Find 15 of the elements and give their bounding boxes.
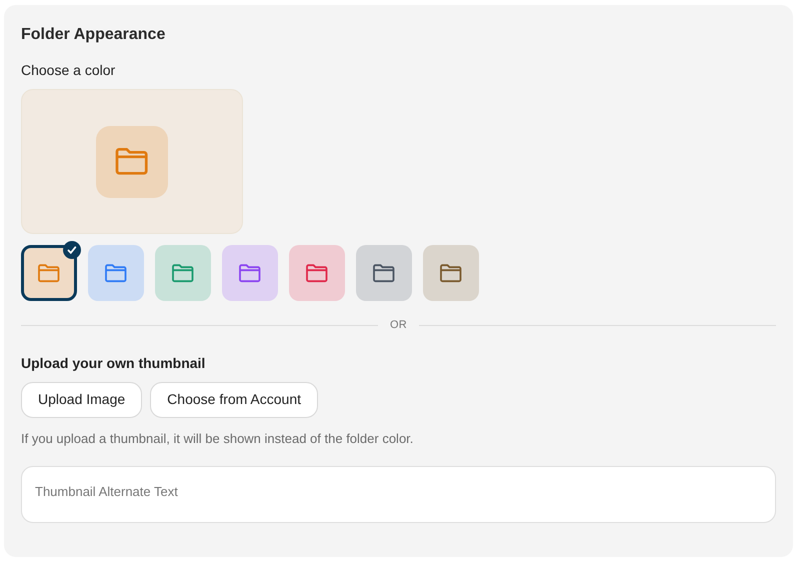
section-title: Folder Appearance (21, 25, 166, 45)
color-swatch[interactable] (423, 245, 479, 301)
hint-text: If you upload a thumbnail, it will be shown instead of the folder color. (21, 430, 414, 448)
field-label: Choose a color (21, 61, 116, 79)
alt-text-field[interactable]: Thumbnail Alternate Text (21, 466, 776, 522)
color-swatch[interactable] (88, 245, 144, 301)
color-swatch[interactable] (222, 245, 278, 301)
check-icon (63, 241, 81, 259)
field-label: Upload your own thumbnail (21, 354, 206, 372)
upload-button[interactable]: Choose from Account (150, 382, 318, 418)
upload-button[interactable]: Upload Image (21, 382, 142, 418)
color-swatch[interactable] (155, 245, 211, 301)
color-swatch[interactable] (289, 245, 345, 301)
divider-label: OR (390, 318, 408, 333)
color-swatch[interactable] (356, 245, 412, 301)
